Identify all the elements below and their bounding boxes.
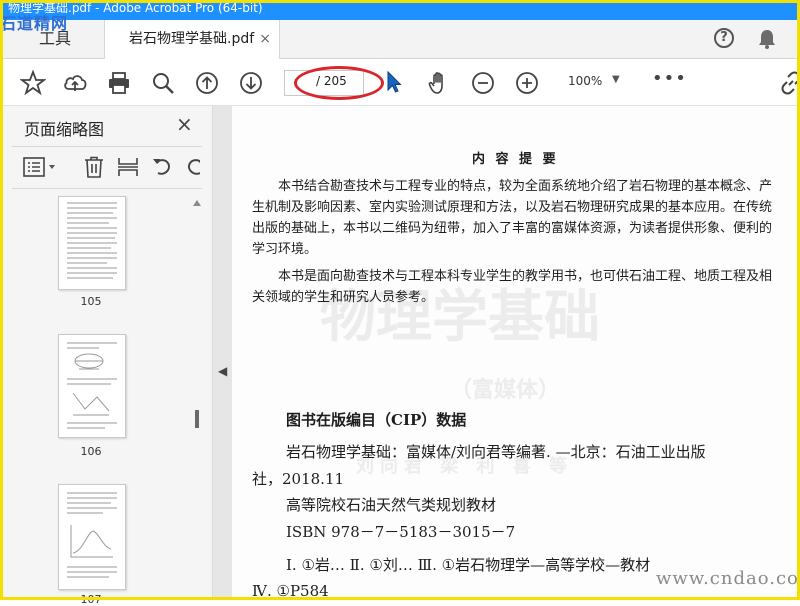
- cip-line: ISBN 978－7－5183－3015－7: [286, 523, 516, 541]
- previous-page-icon[interactable]: [194, 70, 220, 96]
- delete-page-icon[interactable]: [82, 155, 106, 179]
- panel-close-icon[interactable]: ×: [176, 112, 193, 136]
- next-page-icon[interactable]: [238, 70, 264, 96]
- panel-divider: [12, 188, 202, 189]
- page-thumbnail[interactable]: [58, 196, 126, 290]
- collapse-panel-icon[interactable]: ◀: [218, 364, 227, 378]
- thumbnail-label: 105: [80, 295, 102, 308]
- cip-line: 岩石物理学基础：富媒体/刘向君等编著. —北京：石油工业出版: [286, 443, 706, 461]
- insert-page-icon[interactable]: [116, 155, 140, 179]
- cip-line: 社，2018.11: [252, 470, 345, 488]
- summary-paragraph: 本书是面向勘查技术与工程本科专业学生的教学用书，也可供石油工程、地质工程及相关领…: [252, 269, 773, 305]
- cip-heading: 图书在版编目（CIP）数据: [286, 411, 467, 429]
- tab-close-icon[interactable]: ×: [259, 20, 271, 59]
- ghost-subtitle-text: （富媒体）: [450, 377, 561, 403]
- page-thumbnail[interactable]: [58, 484, 126, 590]
- window-title: 物理学基础.pdf - Adobe Acrobat Pro (64-bit): [0, 0, 800, 20]
- rotate-clockwise-icon[interactable]: [184, 155, 200, 179]
- site-url-watermark: www.cndao.com: [656, 568, 800, 589]
- cip-line: 高等院校石油天然气类规划教材: [286, 496, 497, 514]
- help-icon[interactable]: ?: [714, 28, 734, 48]
- cloud-upload-icon[interactable]: [62, 70, 88, 96]
- rotate-counterclockwise-icon[interactable]: [150, 155, 174, 179]
- summary-paragraph: 本书结合勘查技术与工程专业的特点，较为全面系统地介绍了岩石物理的基本概念、产生机…: [252, 179, 773, 257]
- tab-document-label: 岩石物理学基础.pdf: [129, 31, 255, 47]
- page-thumbnail[interactable]: [58, 334, 126, 438]
- site-watermark: 石道精网: [0, 14, 69, 33]
- summary-heading: 内 容 提 要: [472, 152, 559, 167]
- print-icon[interactable]: [106, 70, 132, 96]
- hand-tool-icon[interactable]: [426, 70, 452, 96]
- zoom-level-select[interactable]: 100%: [568, 74, 602, 88]
- chevron-down-icon[interactable]: ▼: [612, 74, 620, 85]
- cip-line: Ⅳ. ①P584: [252, 582, 329, 600]
- zoom-out-icon[interactable]: [470, 70, 496, 96]
- tab-document[interactable]: 岩石物理学基础.pdf ×: [104, 20, 280, 59]
- bell-icon[interactable]: [756, 28, 778, 54]
- panel-title: 页面缩略图: [24, 120, 105, 139]
- panel-divider: [12, 146, 202, 147]
- thumbnail-options-icon[interactable]: [22, 155, 60, 179]
- thumbnail-label: 106: [80, 445, 102, 458]
- link-icon[interactable]: [778, 70, 800, 96]
- zoom-in-icon[interactable]: [514, 70, 540, 96]
- zoom-search-icon[interactable]: [150, 70, 176, 96]
- thumbnail-scrollbar[interactable]: [192, 196, 202, 596]
- bookmark-star-icon[interactable]: [19, 69, 47, 96]
- highlight-ellipse: [294, 66, 384, 100]
- more-tools-icon[interactable]: •••: [652, 68, 687, 89]
- cip-line: Ⅰ. ①岩… Ⅱ. ①刘… Ⅲ. ①岩石物理学—高等学校—教材: [286, 556, 651, 574]
- mouse-cursor-icon: [386, 70, 402, 98]
